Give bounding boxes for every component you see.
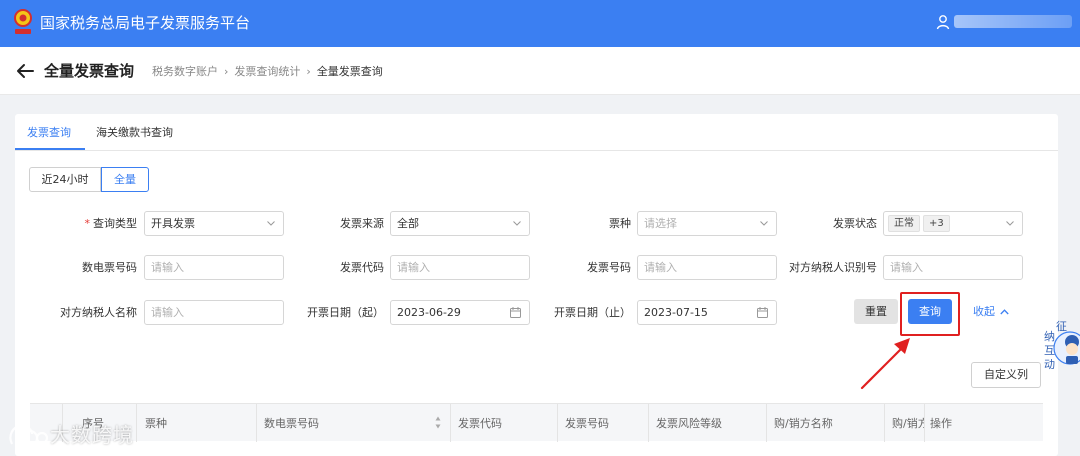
page-title: 全量发票查询 xyxy=(44,62,135,80)
query-card: 发票查询 海关缴款书查询 近24小时 全量 * 查询类型 开具发票 发票来源 全部… xyxy=(15,114,1058,456)
counterparty-name-input[interactable]: 请输入 xyxy=(144,300,284,325)
column-divider xyxy=(924,404,925,442)
status-tag[interactable]: 正常 xyxy=(888,215,920,232)
column-header-party[interactable]: 购/销方 xyxy=(892,417,924,431)
query-button-highlight xyxy=(900,292,960,336)
breadcrumb-current: 全量发票查询 xyxy=(316,65,383,78)
annotation-arrow-icon xyxy=(860,338,910,390)
query-type-label: * 查询类型 xyxy=(84,217,138,230)
breadcrumb-separator-icon: › xyxy=(224,65,229,78)
sort-icon[interactable] xyxy=(435,416,441,429)
counterparty-tax-id-input[interactable]: 请输入 xyxy=(883,255,1023,280)
tab-invoice-query[interactable]: 发票查询 xyxy=(27,126,71,140)
tab-bar: 发票查询 海关缴款书查询 xyxy=(15,114,1058,151)
invoice-status-label: 发票状态 xyxy=(833,217,877,230)
column-divider xyxy=(256,404,257,442)
column-divider xyxy=(557,404,558,442)
digital-invoice-no-label: 数电票号码 xyxy=(82,261,137,274)
column-header-risk-level[interactable]: 发票风险等级 xyxy=(656,417,722,431)
breadcrumb-separator-icon: › xyxy=(306,65,311,78)
taxpayer-interaction-widget[interactable]: 征 纳 互 动 xyxy=(1040,318,1080,374)
watermark-text: 大数跨境 xyxy=(50,423,134,447)
date-start-picker[interactable]: 2023-06-29 xyxy=(390,300,530,325)
breadcrumb: 税务数字账户 › 发票查询统计 › 全量发票查询 xyxy=(152,65,383,79)
column-header-invoice-kind[interactable]: 票种 xyxy=(145,417,167,431)
query-type-select[interactable]: 开具发票 xyxy=(144,211,284,236)
chevron-down-icon xyxy=(1006,221,1014,226)
counterparty-name-label: 对方纳税人名称 xyxy=(60,306,137,319)
widget-char: 动 xyxy=(1044,358,1055,371)
required-mark: * xyxy=(84,217,91,230)
column-divider xyxy=(766,404,767,442)
chevron-down-icon xyxy=(267,221,275,226)
status-more-tag[interactable]: +3 xyxy=(923,215,950,232)
range-last-24h-button[interactable]: 近24小时 xyxy=(29,167,101,192)
widget-char: 互 xyxy=(1044,344,1055,357)
date-start-label: 开票日期（起） xyxy=(307,306,384,319)
breadcrumb-item[interactable]: 发票查询统计 xyxy=(234,65,300,78)
app-title: 国家税务总局电子发票服务平台 xyxy=(40,14,251,32)
page-header: 全量发票查询 税务数字账户 › 发票查询统计 › 全量发票查询 xyxy=(0,47,1080,95)
widget-char: 征 xyxy=(1056,320,1067,333)
table-header: 序号 票种 数电票号码 发票代码 发票号码 发票风险等级 购/销方名称 购/销方… xyxy=(30,403,1043,442)
chevron-down-icon xyxy=(760,221,768,226)
calendar-icon xyxy=(510,307,521,318)
range-all-button[interactable]: 全量 xyxy=(101,167,149,192)
counterparty-tax-id-label: 对方纳税人识别号 xyxy=(789,261,877,274)
column-header-invoice-code[interactable]: 发票代码 xyxy=(458,417,502,431)
invoice-kind-select[interactable]: 请选择 xyxy=(637,211,777,236)
calendar-icon xyxy=(757,307,768,318)
chevron-up-icon[interactable] xyxy=(1000,309,1009,315)
invoice-source-label: 发票来源 xyxy=(340,217,384,230)
active-tab-indicator xyxy=(15,148,85,150)
date-end-label: 开票日期（止） xyxy=(554,306,631,319)
back-arrow-icon[interactable] xyxy=(16,63,34,79)
invoice-status-select[interactable]: 正常 +3 xyxy=(883,211,1023,236)
column-header-party-name[interactable]: 购/销方名称 xyxy=(774,417,833,431)
customize-columns-button[interactable]: 自定义列 xyxy=(971,362,1041,388)
column-header-invoice-no[interactable]: 发票号码 xyxy=(565,417,609,431)
invoice-kind-label: 票种 xyxy=(609,217,631,230)
user-icon[interactable] xyxy=(936,14,950,30)
column-header-actions[interactable]: 操作 xyxy=(930,417,952,431)
tab-customs-payment-query[interactable]: 海关缴款书查询 xyxy=(96,126,173,140)
reset-button[interactable]: 重置 xyxy=(854,299,898,324)
date-end-picker[interactable]: 2023-07-15 xyxy=(637,300,777,325)
column-divider xyxy=(450,404,451,442)
column-divider xyxy=(648,404,649,442)
invoice-source-select[interactable]: 全部 xyxy=(390,211,530,236)
invoice-code-input[interactable]: 请输入 xyxy=(390,255,530,280)
chevron-down-icon xyxy=(513,221,521,226)
invoice-code-label: 发票代码 xyxy=(340,261,384,274)
column-header-digital-invoice-no[interactable]: 数电票号码 xyxy=(264,417,319,431)
collapse-link[interactable]: 收起 xyxy=(973,305,995,319)
invoice-no-label: 发票号码 xyxy=(587,261,631,274)
user-name-blurred[interactable] xyxy=(954,15,1072,28)
widget-char: 纳 xyxy=(1044,330,1055,343)
column-divider xyxy=(884,404,885,442)
top-bar: 国家税务总局电子发票服务平台 xyxy=(0,0,1080,47)
invoice-no-input[interactable]: 请输入 xyxy=(637,255,777,280)
breadcrumb-item[interactable]: 税务数字账户 xyxy=(152,65,218,78)
tax-emblem-icon xyxy=(14,9,32,34)
digital-invoice-no-input[interactable]: 请输入 xyxy=(144,255,284,280)
